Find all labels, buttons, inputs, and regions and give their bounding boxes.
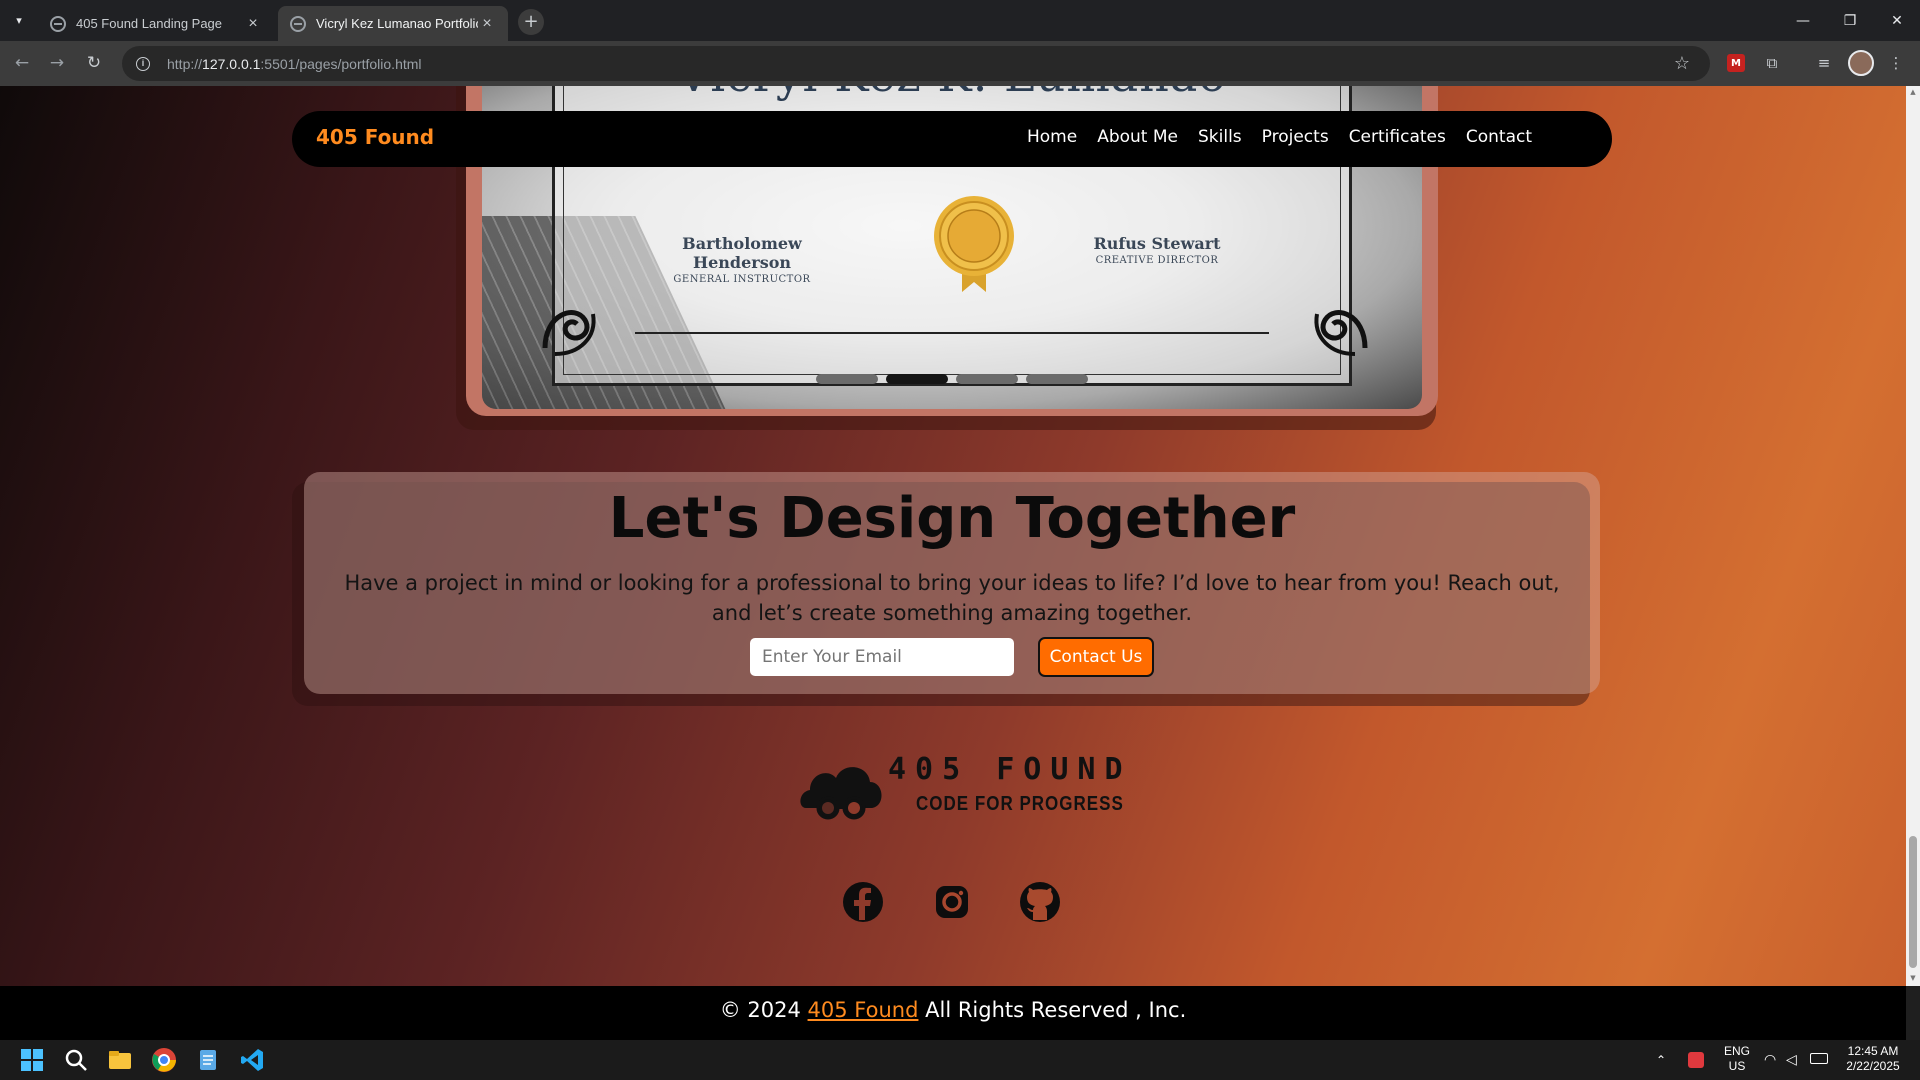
new-tab-button[interactable]: + [518,9,544,35]
vscode-icon[interactable] [238,1046,266,1074]
tab-portfolio[interactable]: Vicryl Kez Lumanao Portfolio × [278,6,508,41]
cta-description: Have a project in mind or looking for a … [344,571,1560,625]
copyright-text: © 2024 405 Found All Rights Reserved , I… [0,986,1906,1040]
signature-right: Rufus Stewart CREATIVE DIRECTOR [1067,234,1247,266]
instagram-icon[interactable] [930,880,974,924]
site-navbar: 405 Found Home About Me Skills Projects … [292,111,1612,167]
ornament-corner-icon [542,310,596,356]
carousel-indicator-2[interactable] [886,374,948,384]
contact-cta-card: Let's Design Together Have a project in … [304,472,1600,694]
volume-icon[interactable]: ◁ [1786,1052,1797,1067]
profile-avatar[interactable] [1848,50,1874,76]
nav-home[interactable]: Home [1027,127,1077,147]
navbar-brand[interactable]: 405 Found [316,125,434,149]
signer-role: CREATIVE DIRECTOR [1095,255,1219,266]
globe-icon [290,15,306,32]
file-explorer-icon[interactable] [106,1046,134,1074]
footer-logo-subtitle: CODE FOR PROGRESS [916,792,1124,815]
chrome-menu-icon[interactable]: ⋮ [1884,51,1908,75]
carousel-indicators [816,374,1088,384]
signer-role: GENERAL INSTRUCTOR [673,274,811,285]
email-input[interactable] [750,638,1014,676]
tab-search-button[interactable]: ▾ [8,9,30,31]
media-control-icon[interactable]: ≡ [1812,51,1836,75]
site-info-icon[interactable]: i [136,56,150,71]
windows-taskbar: ⌃ ENG US ◠ ◁ 12:45 AM 2/22/2025 [0,1040,1920,1080]
scrollbar-thumb[interactable] [1909,836,1917,968]
nav-links: Home About Me Skills Projects Certificat… [1027,127,1532,147]
extension-icon[interactable]: M [1727,54,1745,72]
cloud-glasses-logo-icon [800,767,882,820]
language-code: ENG [1723,1044,1750,1058]
notepad-icon[interactable] [194,1046,222,1074]
github-icon[interactable] [1018,880,1062,924]
copyright-suffix: All Rights Reserved , Inc. [925,998,1187,1022]
footer-logo-title: 405 FOUND [888,752,1132,787]
clock[interactable]: 12:45 AM 2/22/2025 [1836,1044,1910,1074]
ornament-corner-icon [1314,310,1368,356]
signature-left: Bartholomew Henderson GENERAL INSTRUCTOR [637,234,847,285]
search-icon[interactable] [62,1046,90,1074]
battery-icon[interactable] [1810,1053,1828,1064]
copyright-brand-link[interactable]: 405 Found [808,998,919,1022]
language-indicator[interactable]: ENG US [1722,1044,1752,1074]
clock-time: 12:45 AM [1847,1044,1899,1058]
tray-app-icon[interactable] [1688,1052,1704,1068]
region-code: US [1728,1059,1746,1073]
tab-bar: ▾ 405 Found Landing Page × Vicryl Kez Lu… [0,0,1920,41]
scroll-down-icon[interactable]: ▼ [1909,974,1917,982]
chrome-icon[interactable] [150,1046,178,1074]
copyright-prefix: © 2024 [719,998,801,1022]
carousel-indicator-4[interactable] [1026,374,1088,384]
back-icon[interactable]: ← [10,51,34,75]
wifi-icon[interactable]: ◠ [1764,1052,1776,1067]
certificate-recipient-name: Vicryl Kez K. Lumanao [555,86,1349,102]
extensions-puzzle-icon[interactable]: ⧉ [1760,51,1784,75]
address-bar[interactable]: i http://127.0.0.1:5501/pages/portfolio.… [122,46,1710,81]
carousel-indicator-1[interactable] [816,374,878,384]
gold-seal-icon [934,196,1014,292]
restore-button[interactable]: ❐ [1827,0,1873,41]
windows-start-icon[interactable] [18,1046,46,1074]
close-tab-icon[interactable]: × [478,15,496,33]
close-tab-icon[interactable]: × [244,15,262,33]
bookmark-star-icon[interactable]: ☆ [1674,53,1690,74]
tray-chevron-icon[interactable]: ⌃ [1656,1053,1666,1068]
cta-heading: Let's Design Together [608,486,1296,551]
clock-date: 2/22/2025 [1846,1059,1900,1073]
nav-projects[interactable]: Projects [1262,127,1329,147]
tab-title: Vicryl Kez Lumanao Portfolio [316,16,478,31]
certificate-divider [635,332,1269,334]
contact-us-button[interactable]: Contact Us [1038,637,1154,677]
signer-name: Rufus Stewart [1093,234,1221,253]
tab-landing-page[interactable]: 405 Found Landing Page × [38,6,274,41]
close-window-button[interactable]: ✕ [1874,0,1920,41]
nav-skills[interactable]: Skills [1198,127,1242,147]
scroll-up-icon[interactable]: ▲ [1909,88,1917,96]
reload-icon[interactable]: ↻ [82,51,106,75]
carousel-indicator-3[interactable] [956,374,1018,384]
url-text: http://127.0.0.1:5501/pages/portfolio.ht… [167,55,422,72]
tab-title: 405 Found Landing Page [76,16,223,31]
browser-toolbar: ← → ↻ i http://127.0.0.1:5501/pages/port… [0,41,1920,86]
facebook-icon[interactable] [841,880,885,924]
signer-name: Bartholomew Henderson [682,234,802,272]
nav-certificates[interactable]: Certificates [1349,127,1446,147]
minimize-button[interactable]: — [1780,0,1826,41]
nav-contact[interactable]: Contact [1466,127,1532,147]
forward-icon[interactable]: → [45,51,69,75]
page-scrollbar[interactable]: ▲ ▼ [1906,86,1920,986]
page-viewport: Vicryl Kez K. Lumanao Bartholomew Hender… [0,86,1906,986]
globe-icon [50,15,66,32]
nav-about-me[interactable]: About Me [1097,127,1178,147]
